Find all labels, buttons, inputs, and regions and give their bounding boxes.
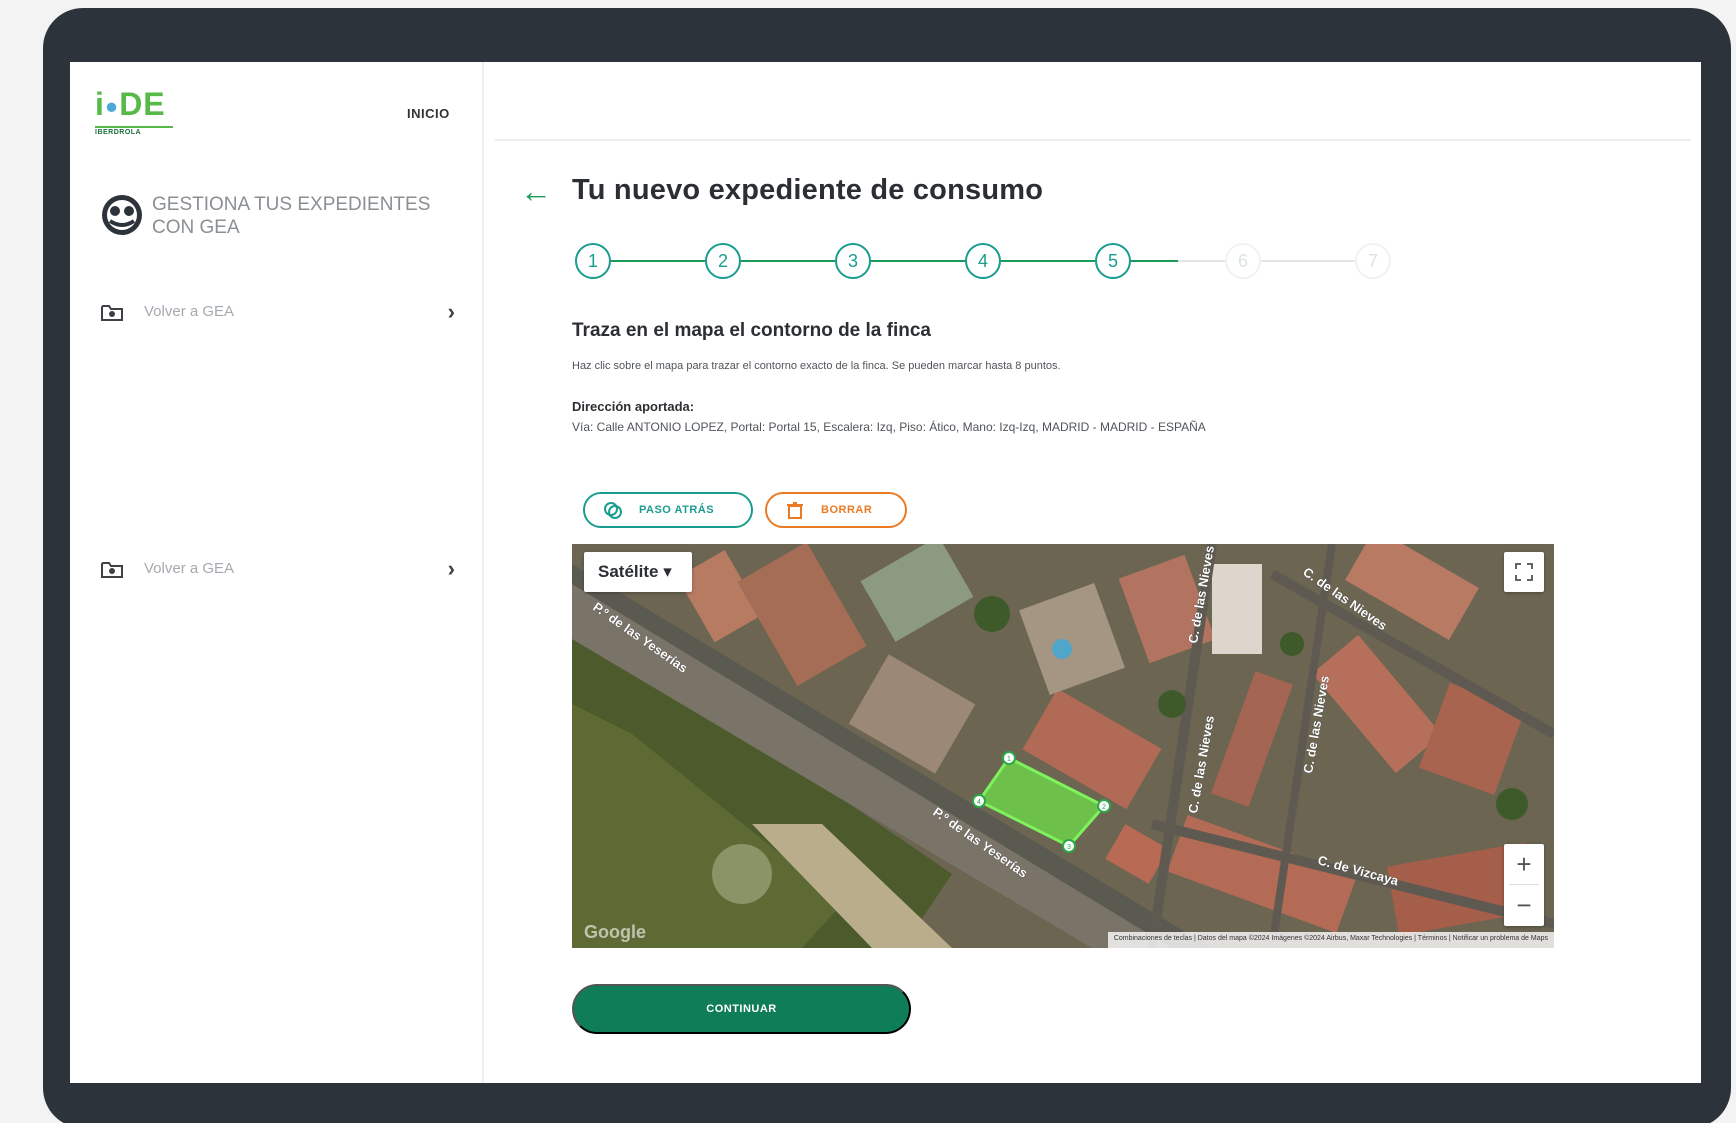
address-value: Vía: Calle ANTONIO LOPEZ, Portal: Portal… (572, 420, 1206, 434)
instructions-text: Haz clic sobre el mapa para trazar el co… (572, 360, 1061, 372)
step-connector (741, 260, 835, 262)
step-connector (611, 260, 705, 262)
polygon-vertex[interactable]: 2 (1097, 799, 1111, 813)
address-label: Dirección aportada: (572, 399, 695, 414)
logo-subtitle: IBERDROLA (95, 125, 173, 136)
fullscreen-button[interactable] (1504, 552, 1544, 592)
step-7: 7 (1355, 243, 1391, 279)
map-type-selector[interactable]: Satélite ▾ (584, 552, 692, 592)
polygon-vertex[interactable]: 1 (1002, 751, 1016, 765)
step-6: 6 (1225, 243, 1261, 279)
satellite-map[interactable]: 1 2 3 4 P.º de las Yeserías P.º de las Y… (572, 544, 1554, 948)
gestiona-section: GESTIONA TUS EXPEDIENTES CON GEA (100, 190, 480, 250)
vertex-label: 2 (1102, 804, 1106, 811)
sidebar-item-label: Volver a GEA (144, 303, 235, 320)
fullscreen-icon (1515, 563, 1533, 581)
step-connector (871, 260, 965, 262)
vertex-label: 1 (1007, 756, 1011, 763)
step-connector (1001, 260, 1095, 262)
borrar-label: BORRAR (821, 504, 873, 516)
chevron-right-icon: › (447, 299, 455, 324)
polygon-vertex[interactable]: 4 (972, 794, 986, 808)
sidebar: i●DE IBERDROLA INICIO GESTIONA TUS EXPED… (70, 62, 484, 1083)
chevron-right-icon: › (447, 556, 455, 581)
step-3: 3 (835, 243, 871, 279)
step-connector (1131, 260, 1225, 262)
step-5: 5 (1095, 243, 1131, 279)
logo-wordmark: i●DE (95, 86, 166, 122)
map-type-label: Satélite (598, 562, 659, 581)
step-1: 1 (575, 243, 611, 279)
step-connector (1261, 260, 1355, 262)
header-divider (495, 139, 1691, 141)
gestiona-title: GESTIONA TUS EXPEDIENTES CON GEA (152, 194, 431, 238)
continuar-button[interactable]: CONTINUAR (572, 984, 911, 1034)
sidebar-item-label: Volver a GEA (144, 560, 235, 577)
paso-atras-label: PASO ATRÁS (639, 504, 715, 516)
folder-icon (101, 305, 123, 321)
folder-icon (101, 562, 123, 578)
google-logo: Google (584, 922, 646, 942)
paso-atras-button[interactable]: PASO ATRÁS (583, 492, 753, 528)
trash-icon (787, 502, 803, 519)
vertex-label: 3 (1067, 844, 1071, 851)
zoom-out-button[interactable]: − (1504, 885, 1544, 925)
app-screen: i●DE IBERDROLA INICIO GESTIONA TUS EXPED… (70, 62, 1701, 1083)
section-title: Traza en el mapa el contorno de la finca (572, 320, 931, 341)
step-2: 2 (705, 243, 741, 279)
gea-icon (102, 195, 142, 235)
back-arrow-icon[interactable]: ← (520, 175, 552, 207)
progress-stepper: 1 2 3 4 5 6 7 (575, 243, 1455, 279)
zoom-control: + − (1504, 844, 1544, 926)
map-attribution[interactable]: Combinaciones de teclas | Datos del mapa… (1107, 932, 1554, 948)
zoom-in-button[interactable]: + (1504, 844, 1544, 884)
vertex-label: 4 (977, 799, 981, 806)
ide-logo[interactable]: i●DE IBERDROLA (95, 87, 185, 137)
nav-inicio-link[interactable]: INICIO (407, 106, 450, 121)
undo-icon (604, 502, 622, 519)
page-title: Tu nuevo expediente de consumo (572, 174, 1044, 206)
borrar-button[interactable]: BORRAR (765, 492, 907, 528)
step-4: 4 (965, 243, 1001, 279)
polygon-vertex[interactable]: 3 (1062, 839, 1076, 853)
map-imagery[interactable]: 1 2 3 4 P.º de las Yeserías P.º de las Y… (572, 544, 1554, 948)
sidebar-item-volver-gea[interactable]: Volver a GEA › (100, 297, 455, 327)
sidebar-item-volver-gea[interactable]: Volver a GEA › (100, 554, 455, 584)
